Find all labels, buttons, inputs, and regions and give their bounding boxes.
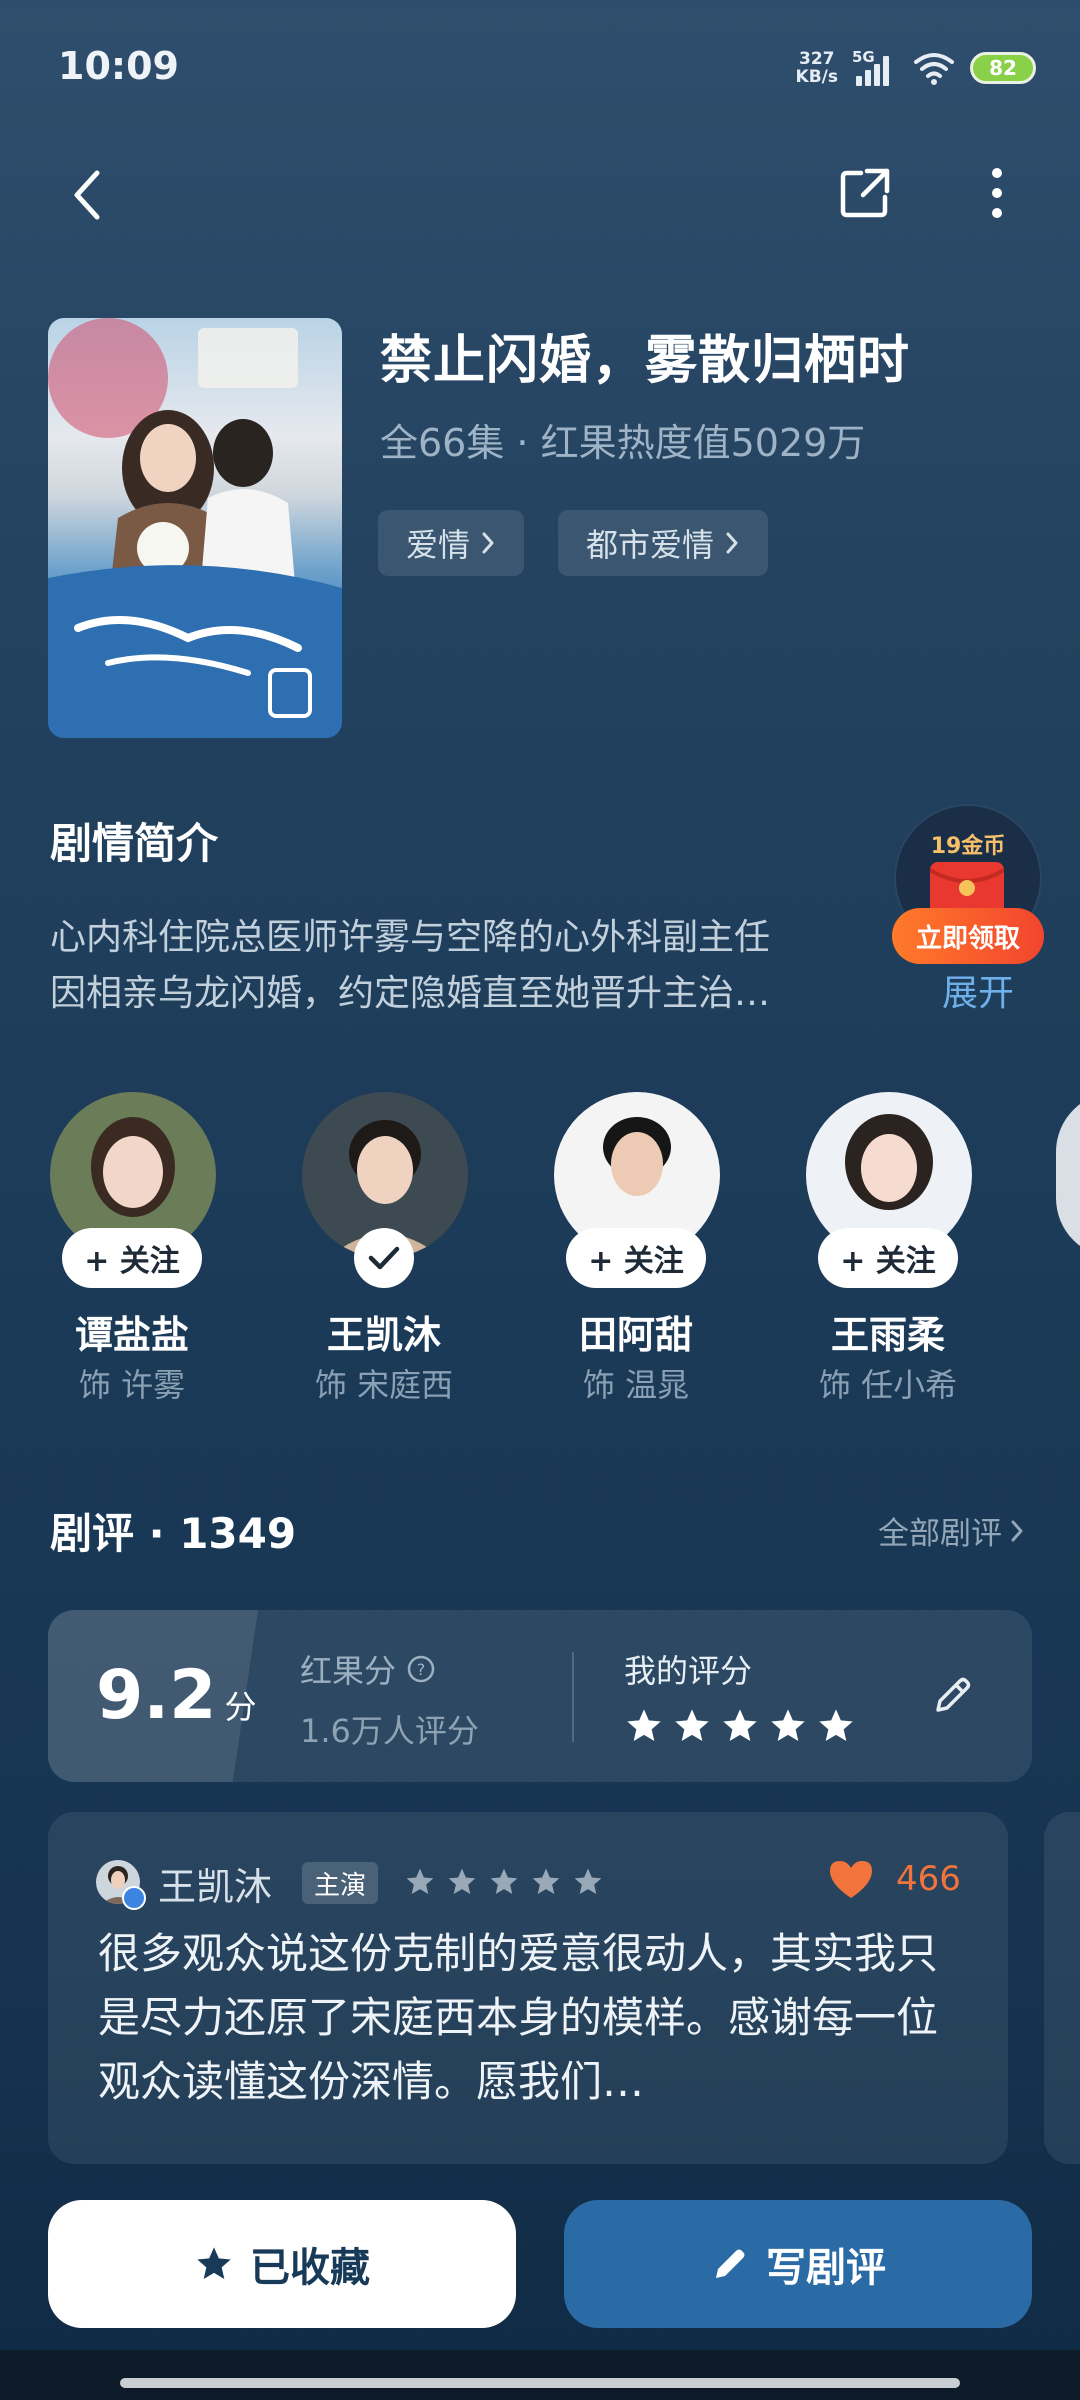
pencil-icon	[936, 1677, 971, 1712]
svg-text:?: ?	[417, 1660, 426, 1679]
system-nav-bar	[0, 2350, 1080, 2400]
claim-button[interactable]: 立即领取	[892, 908, 1044, 964]
star-icon[interactable]	[672, 1706, 712, 1746]
follow-button[interactable]: + 关注	[62, 1228, 202, 1288]
synopsis-line: 因相亲乌龙闪婚，约定隐婚直至她晋升主治…	[50, 973, 771, 1014]
cast-role: 饰 宋庭西	[314, 1366, 454, 1404]
pencil-icon	[716, 2249, 745, 2278]
cast-name: 谭盐盐	[74, 1313, 189, 1357]
cast-name: 王凯沐	[326, 1313, 441, 1357]
status-time: 10:09	[58, 44, 179, 88]
followed-check-button[interactable]	[354, 1228, 414, 1288]
coin-amount: 19金币	[930, 834, 1006, 859]
star-filled-icon	[197, 2247, 231, 2279]
synopsis-heading: 剧情简介	[50, 819, 219, 868]
tag-label: 都市爱情	[586, 526, 715, 564]
signal-icon: 5G	[852, 48, 898, 88]
verified-icon	[122, 1886, 146, 1910]
review-text: 很多观众说这份克制的爱意很动人，其实我只是尽力还原了宋庭西本身的模样。感谢每一位…	[98, 1929, 939, 2106]
score-card: 9.2 分 红果分 ? 1.6万人评分 我的评分	[48, 1610, 1032, 1782]
poster-artwork	[48, 318, 342, 738]
net-speed: 327 KB/s	[795, 49, 838, 87]
my-rating-label: 我的评分	[624, 1652, 753, 1690]
battery-icon: 82	[970, 52, 1036, 84]
more-button[interactable]	[962, 158, 1032, 228]
share-icon	[840, 168, 890, 218]
star-icon[interactable]	[720, 1706, 760, 1746]
favorite-button[interactable]: 已收藏	[48, 2200, 516, 2328]
write-review-button[interactable]: 写剧评	[564, 2200, 1032, 2328]
score-value: 9.2 分	[96, 1656, 257, 1735]
cast-role: 饰 任小希	[818, 1366, 958, 1404]
cast-role: 饰 许雾	[78, 1366, 186, 1404]
cast-next-avatar-partial[interactable]	[1056, 1092, 1080, 1258]
all-reviews-link[interactable]: 全部剧评	[878, 1508, 1024, 1553]
synopsis-line: 心内科住院总医师许雾与空降的心外科副主任	[50, 917, 771, 958]
home-indicator[interactable]	[120, 2378, 960, 2388]
help-icon: ?	[407, 1655, 435, 1683]
back-button[interactable]	[52, 160, 122, 230]
more-vertical-icon	[992, 168, 1002, 218]
show-meta: 全66集 · 红果热度值5029万	[380, 421, 866, 465]
follow-button[interactable]: + 关注	[566, 1228, 706, 1288]
next-review-card-partial[interactable]	[1044, 1812, 1080, 2164]
tag-romance[interactable]: 爱情	[378, 510, 525, 576]
reviews-heading: 剧评 · 1349	[50, 1509, 297, 1558]
review-card[interactable]: 王凯沐 主演 466 很多观众说这份克制的爱意很动人，其实我只是尽力还原了宋庭西…	[48, 1812, 1008, 2164]
review-stars	[404, 1866, 604, 1898]
expand-link[interactable]: 展开	[942, 966, 1014, 1022]
chevron-right-icon	[482, 532, 494, 554]
star-icon	[490, 1868, 518, 1894]
like-button[interactable]: 466	[828, 1858, 961, 1900]
star-icon	[448, 1868, 476, 1894]
my-rating-stars[interactable]	[624, 1706, 856, 1746]
synopsis-text[interactable]: 心内科住院总医师许雾与空降的心外科副主任 因相亲乌龙闪婚，约定隐婚直至她晋升主治…	[50, 910, 1014, 1022]
check-icon	[368, 1246, 400, 1270]
chevron-right-icon	[726, 532, 738, 554]
cast-role: 饰 温晁	[582, 1366, 690, 1404]
status-icons: 327 KB/s 5G 82	[796, 48, 1036, 88]
wifi-icon	[914, 53, 954, 85]
star-icon	[406, 1868, 434, 1894]
score-label-row[interactable]: 红果分 ?	[300, 1646, 436, 1692]
coin-reward-widget[interactable]: 19金币 立即领取	[892, 806, 1044, 966]
star-icon[interactable]	[624, 1706, 664, 1746]
tag-label: 爱情	[406, 526, 471, 564]
tag-urban-romance[interactable]: 都市爱情	[558, 510, 769, 576]
heart-icon	[830, 1861, 872, 1898]
show-poster[interactable]	[48, 318, 342, 738]
follow-button[interactable]: + 关注	[818, 1228, 958, 1288]
divider	[572, 1652, 574, 1742]
star-icon	[574, 1868, 602, 1894]
cast-name: 田阿甜	[578, 1313, 693, 1357]
lead-actor-badge: 主演	[302, 1862, 379, 1904]
star-icon[interactable]	[768, 1706, 808, 1746]
reviewer-name[interactable]: 王凯沐	[158, 1856, 272, 1911]
edit-rating-button[interactable]	[922, 1666, 982, 1726]
chevron-right-icon	[1011, 1520, 1023, 1541]
star-icon[interactable]	[816, 1706, 856, 1746]
star-icon	[532, 1868, 560, 1894]
show-title: 禁止闪婚，雾散归栖时	[380, 331, 911, 391]
cast-name: 王雨柔	[830, 1313, 945, 1357]
back-arrow-icon	[74, 170, 100, 220]
raters-count: 1.6万人评分	[300, 1712, 479, 1750]
share-button[interactable]	[830, 158, 900, 228]
